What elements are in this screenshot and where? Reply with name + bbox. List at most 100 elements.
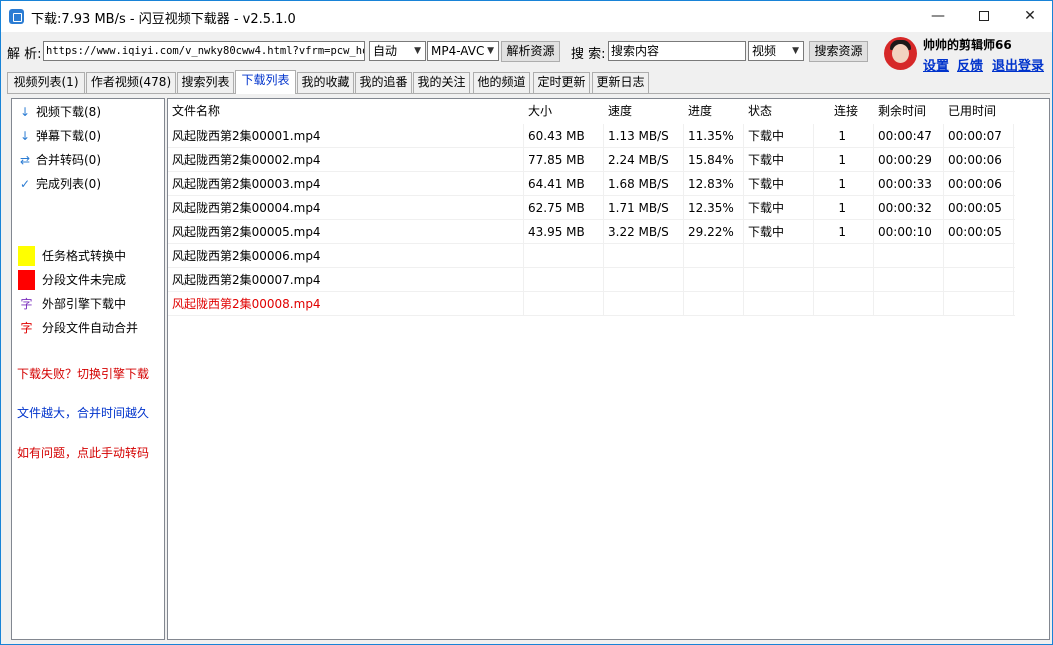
tab-8[interactable]: 他的频道 [473, 72, 530, 93]
table-cell: 风起陇西第2集00004.mp4 [168, 196, 524, 220]
maximize-button[interactable] [961, 1, 1007, 32]
table-cell [604, 244, 684, 268]
url-input[interactable]: https://www.iqiyi.com/v_nwky80cww4.html?… [43, 41, 365, 61]
table-cell: 下载中 [744, 148, 814, 172]
table-cell [684, 244, 744, 268]
table-row[interactable]: 风起陇西第2集00003.mp4 64.41 MB 1.68 MB/S 12.83% 下… [168, 172, 1015, 196]
table-row[interactable]: 风起陇西第2集00008.mp4 [168, 292, 1015, 316]
column-header-3[interactable]: 速度 [604, 99, 684, 123]
legend-label: 外部引擎下载中 [42, 297, 127, 311]
search-label: 搜 索: [571, 47, 606, 62]
table-cell: 00:00:07 [944, 124, 1014, 148]
column-header-6[interactable]: 连接 [814, 99, 874, 123]
quality-select[interactable]: 自动 ▼ [369, 41, 426, 61]
tab-10[interactable]: 更新日志 [592, 72, 649, 93]
search-input[interactable]: 搜索内容 [608, 41, 746, 61]
tab-4[interactable]: 下载列表 [235, 70, 296, 94]
table-cell: 下载中 [744, 196, 814, 220]
table-cell: 77.85 MB [524, 148, 604, 172]
column-header-1[interactable]: 文件名称 [168, 99, 524, 123]
table-cell: 1.68 MB/S [604, 172, 684, 196]
table-cell: 00:00:33 [874, 172, 944, 196]
sidebar-item-3[interactable]: ⇄ 合并转码(0) [18, 150, 101, 170]
table-cell: 43.95 MB [524, 220, 604, 244]
help-note-2[interactable]: 文件越大，合并时间越久 [17, 404, 149, 421]
avatar[interactable] [884, 37, 917, 70]
column-header-2[interactable]: 大小 [524, 99, 604, 123]
table-cell: 00:00:47 [874, 124, 944, 148]
table-cell: 风起陇西第2集00002.mp4 [168, 148, 524, 172]
table-cell: 1 [814, 148, 874, 172]
chevron-down-icon: ▼ [487, 46, 494, 56]
sidebar-item-label: 弹幕下载(0) [36, 129, 101, 143]
sidebar-item-2[interactable]: ↓ 弹幕下载(0) [18, 126, 101, 146]
legend-item-1: 任务格式转换中 [18, 246, 126, 266]
table-cell: 1.13 MB/S [604, 124, 684, 148]
table-cell: 1 [814, 172, 874, 196]
column-header-5[interactable]: 状态 [744, 99, 814, 123]
legend-label: 分段文件自动合并 [42, 321, 139, 335]
tab-1[interactable]: 视频列表(1) [7, 72, 85, 93]
table-cell: 00:00:32 [874, 196, 944, 220]
table-cell [874, 244, 944, 268]
table-cell: 12.83% [684, 172, 744, 196]
tab-6[interactable]: 我的追番 [355, 72, 412, 93]
table-row[interactable]: 风起陇西第2集00004.mp4 62.75 MB 1.71 MB/S 12.35% 下… [168, 196, 1015, 220]
search-type-select[interactable]: 视频 ▼ [748, 41, 804, 61]
username: 帅帅的剪辑师66 [923, 38, 1012, 52]
settings-link[interactable]: 设置 [923, 55, 949, 74]
tab-2[interactable]: 作者视频(478) [86, 72, 176, 93]
table-cell: 1 [814, 220, 874, 244]
table-cell: 3.22 MB/S [604, 220, 684, 244]
table-row[interactable]: 风起陇西第2集00002.mp4 77.85 MB 2.24 MB/S 15.84% 下… [168, 148, 1015, 172]
table-cell: 00:00:06 [944, 148, 1014, 172]
search-button[interactable]: 搜索资源 [809, 41, 868, 62]
logout-link[interactable]: 退出登录 [992, 55, 1044, 74]
table-cell: 风起陇西第2集00005.mp4 [168, 220, 524, 244]
table-cell: 下载中 [744, 172, 814, 196]
feedback-link[interactable]: 反馈 [957, 55, 983, 74]
chevron-down-icon: ▼ [414, 46, 421, 56]
table-row[interactable]: 风起陇西第2集00005.mp4 43.95 MB 3.22 MB/S 29.22% 下… [168, 220, 1015, 244]
table-cell [944, 268, 1014, 292]
column-header-8[interactable]: 已用时间 [944, 99, 1014, 123]
tab-5[interactable]: 我的收藏 [297, 72, 354, 93]
title-bar[interactable]: 下载:7.93 MB/s - 闪豆视频下载器 - v2.5.1.0 — ✕ [1, 1, 1052, 32]
tab-3[interactable]: 搜索列表 [177, 72, 234, 93]
table-row[interactable]: 风起陇西第2集00007.mp4 [168, 268, 1015, 292]
table-cell [814, 268, 874, 292]
table-cell: 风起陇西第2集00003.mp4 [168, 172, 524, 196]
format-select[interactable]: MP4-AVC ▼ [427, 41, 499, 61]
sidebar-item-label: 视频下载(8) [36, 105, 101, 119]
tab-9[interactable]: 定时更新 [533, 72, 590, 93]
sidebar-item-1[interactable]: ↓ 视频下载(8) [18, 102, 101, 122]
table-cell: 风起陇西第2集00008.mp4 [168, 292, 524, 316]
minimize-button[interactable]: — [915, 1, 961, 32]
app-icon [9, 9, 24, 24]
sidebar-item-4[interactable]: ✓ 完成列表(0) [18, 174, 101, 194]
table-cell [874, 268, 944, 292]
help-note-3[interactable]: 如有问题，点此手动转码 [17, 444, 149, 461]
close-button[interactable]: ✕ [1007, 1, 1053, 32]
app-window: 下载:7.93 MB/s - 闪豆视频下载器 - v2.5.1.0 — ✕ 解 … [0, 0, 1053, 645]
tab-7[interactable]: 我的关注 [413, 72, 470, 93]
help-note-1[interactable]: 下载失败？切换引擎下载 [17, 365, 149, 382]
parse-button[interactable]: 解析资源 [501, 41, 560, 62]
legend-glyph: 字 [20, 321, 33, 335]
table-cell [944, 292, 1014, 316]
arrow-down-icon: ↓ [19, 105, 31, 119]
column-header-4[interactable]: 进度 [684, 99, 744, 123]
search-type-value: 视频 [752, 44, 777, 58]
column-header-7[interactable]: 剩余时间 [874, 99, 944, 123]
table-cell: 12.35% [684, 196, 744, 220]
table-row[interactable]: 风起陇西第2集00006.mp4 [168, 244, 1015, 268]
table-row[interactable]: 风起陇西第2集00001.mp4 60.43 MB 1.13 MB/S 11.35% 下… [168, 124, 1015, 148]
table-cell: 1.71 MB/S [604, 196, 684, 220]
swap-arrows-icon: ⇄ [19, 153, 31, 167]
sidebar-item-label: 完成列表(0) [36, 177, 101, 191]
sidebar: ↓ 视频下载(8) ↓ 弹幕下载(0) ⇄ 合并转码(0) ✓ 完成列表(0) 任务格式转换中分… [11, 98, 165, 640]
legend-glyph: 字 [20, 297, 33, 311]
legend-label: 任务格式转换中 [42, 249, 127, 263]
table-cell [944, 244, 1014, 268]
table-cell: 64.41 MB [524, 172, 604, 196]
